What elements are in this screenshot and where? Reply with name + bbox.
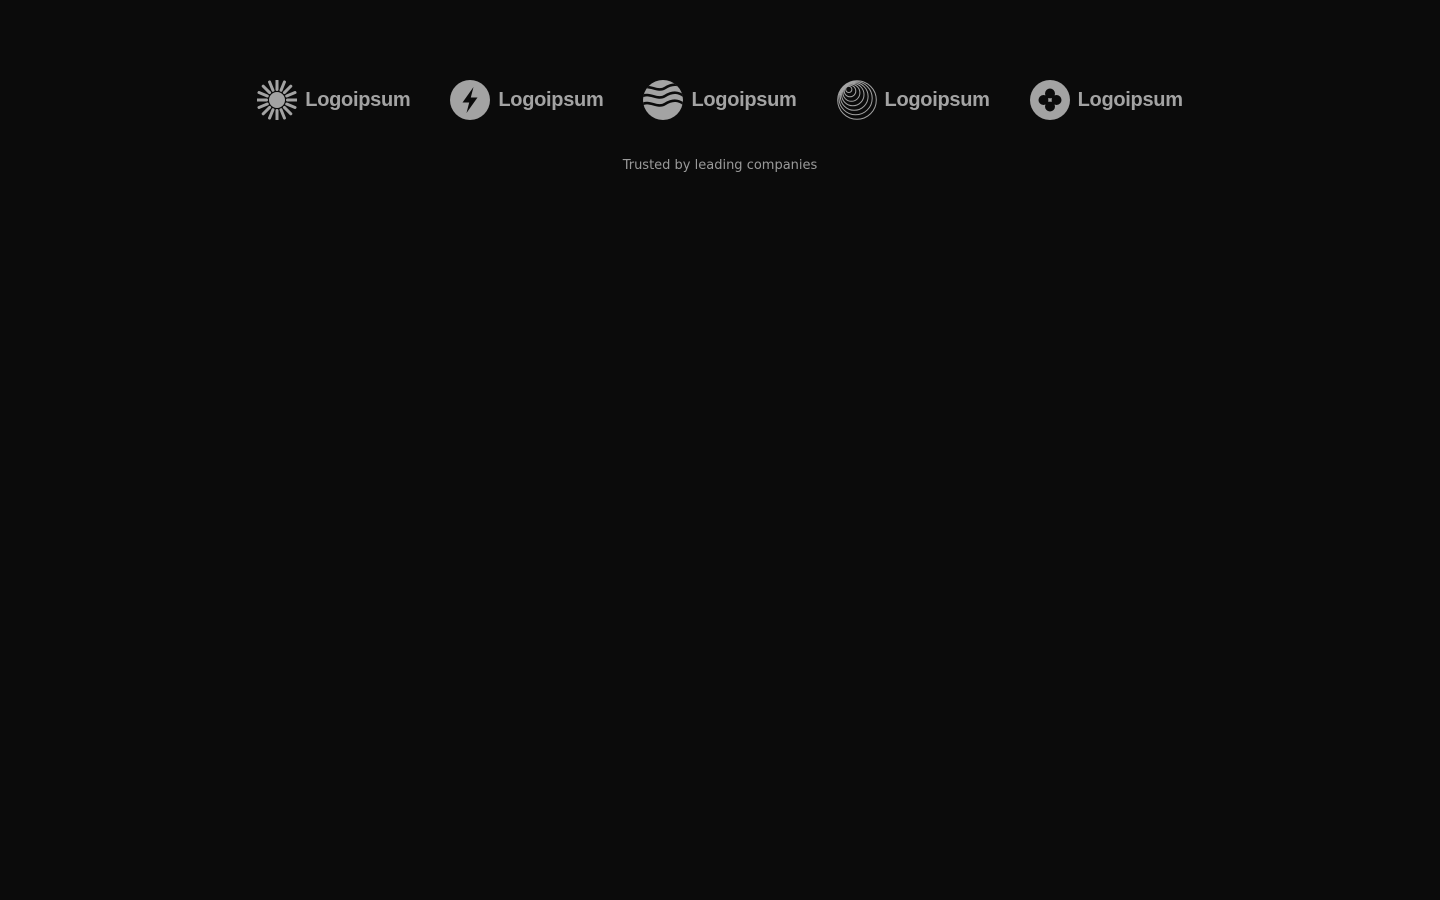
lightning-bolt-icon xyxy=(450,80,491,120)
waves-icon xyxy=(643,80,684,120)
clover-icon xyxy=(1029,80,1070,120)
partner-logo-name: Logoipsum xyxy=(498,89,604,111)
sunburst-icon xyxy=(257,80,298,120)
partner-logo-2: Logoipsum xyxy=(450,80,604,120)
trusted-by-caption: Trusted by leading companies xyxy=(622,158,818,173)
partner-logo-name: Logoipsum xyxy=(1077,89,1183,111)
partner-logo-name: Logoipsum xyxy=(884,89,990,111)
partner-logo-name: Logoipsum xyxy=(691,89,797,111)
logo-cloud-section: Logoipsum Logoipsum Logoipsum Logoipsum … xyxy=(0,0,1440,900)
partner-logo-4: Logoipsum xyxy=(836,80,990,120)
partner-logo-1: Logoipsum xyxy=(257,80,411,120)
partner-logo-5: Logoipsum xyxy=(1029,80,1183,120)
logo-row: Logoipsum Logoipsum Logoipsum Logoipsum … xyxy=(0,80,1440,120)
concentric-rings-icon xyxy=(836,80,877,120)
partner-logo-3: Logoipsum xyxy=(643,80,797,120)
partner-logo-name: Logoipsum xyxy=(305,89,411,111)
